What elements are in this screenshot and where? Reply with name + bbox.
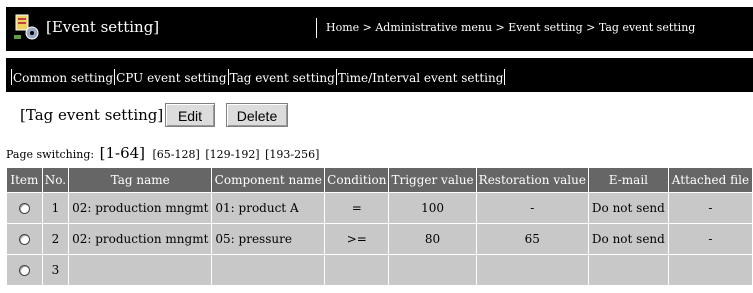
- cell-trigger-value: 100: [388, 192, 477, 224]
- page-link-129-192[interactable]: [129-192]: [205, 148, 259, 161]
- delete-button[interactable]: Delete: [226, 103, 288, 127]
- cell-restoration-value: -: [475, 192, 589, 224]
- cell-trigger-value: [388, 254, 477, 286]
- breadcrumb: Home > Administrative menu > Event setti…: [326, 21, 696, 34]
- nav-bar: Common setting CPU event setting Tag event…: [6, 58, 753, 92]
- col-item: Item: [6, 167, 43, 193]
- nav-time-interval-event-setting[interactable]: Time/Interval event setting: [338, 71, 504, 85]
- col-email: E-mail: [587, 167, 669, 193]
- header-bar: [Event setting] Home > Administrative me…: [6, 7, 753, 51]
- nav-divider: [335, 69, 337, 85]
- cell-restoration-value: 65: [475, 223, 589, 255]
- event-setting-icon: [13, 13, 41, 41]
- col-component-name: Component name: [211, 167, 326, 193]
- nav-common-setting[interactable]: Common setting: [13, 71, 113, 85]
- edit-button[interactable]: Edit: [165, 103, 215, 127]
- cell-component-name: 05: pressure: [211, 223, 326, 255]
- cell-component-name: 01: product A: [211, 192, 326, 224]
- cell-no: 3: [41, 254, 70, 286]
- breadcrumb-separator: [316, 18, 317, 38]
- cell-email: [587, 254, 669, 286]
- nav-tag-event-setting[interactable]: Tag event setting: [230, 71, 335, 85]
- cell-trigger-value: 80: [388, 223, 477, 255]
- col-condition: Condition: [324, 167, 390, 193]
- col-attached-file: Attached file: [667, 167, 753, 193]
- cell-condition: =: [324, 192, 390, 224]
- nav-divider: [11, 69, 12, 85]
- page-link-193-256[interactable]: [193-256]: [265, 148, 319, 161]
- cell-restoration-value: [475, 254, 589, 286]
- section-title: [Tag event setting]: [20, 106, 164, 124]
- table-row: 3: [6, 254, 753, 286]
- app-title: [Event setting]: [46, 18, 160, 36]
- cell-attached-file: -: [667, 192, 753, 224]
- cell-condition: >=: [324, 223, 390, 255]
- cell-tag-name: 02: production mngmt: [68, 223, 213, 255]
- col-trigger-value: Trigger value: [388, 167, 477, 193]
- cell-condition: [324, 254, 390, 286]
- cell-tag-name: [68, 254, 213, 286]
- page-current: [1-64]: [99, 144, 146, 162]
- nav-divider: [227, 69, 229, 85]
- nav-cpu-event-setting[interactable]: CPU event setting: [116, 71, 226, 85]
- cell-tag-name: 02: production mngmt: [68, 192, 213, 224]
- row-select-radio[interactable]: [18, 203, 30, 214]
- col-no: No.: [41, 167, 70, 193]
- cell-email: Do not send: [587, 192, 669, 224]
- cell-attached-file: -: [667, 223, 753, 255]
- col-tag-name: Tag name: [68, 167, 213, 193]
- cell-email: Do not send: [587, 223, 669, 255]
- cell-no: 2: [41, 223, 70, 255]
- cell-no: 1: [41, 192, 70, 224]
- page-switching-label: Page switching:: [6, 148, 95, 161]
- table-row: 2 02: production mngmt 05: pressure >= 8…: [6, 223, 753, 255]
- nav-divider: [114, 69, 116, 85]
- row-select-radio[interactable]: [18, 234, 30, 245]
- table-row: 1 02: production mngmt 01: product A = 1…: [6, 192, 753, 224]
- table-header-row: Item No. Tag name Component name Conditi…: [6, 167, 753, 193]
- row-select-radio[interactable]: [18, 265, 30, 276]
- cell-component-name: [211, 254, 326, 286]
- nav-divider: [504, 69, 506, 85]
- col-restoration-value: Restoration value: [475, 167, 589, 193]
- tag-event-table: Item No. Tag name Component name Conditi…: [6, 167, 753, 286]
- cell-attached-file: [667, 254, 753, 286]
- page-link-65-128[interactable]: [65-128]: [153, 148, 200, 161]
- page-switching: Page switching: [1-64] [65-128] [129-192…: [6, 144, 319, 162]
